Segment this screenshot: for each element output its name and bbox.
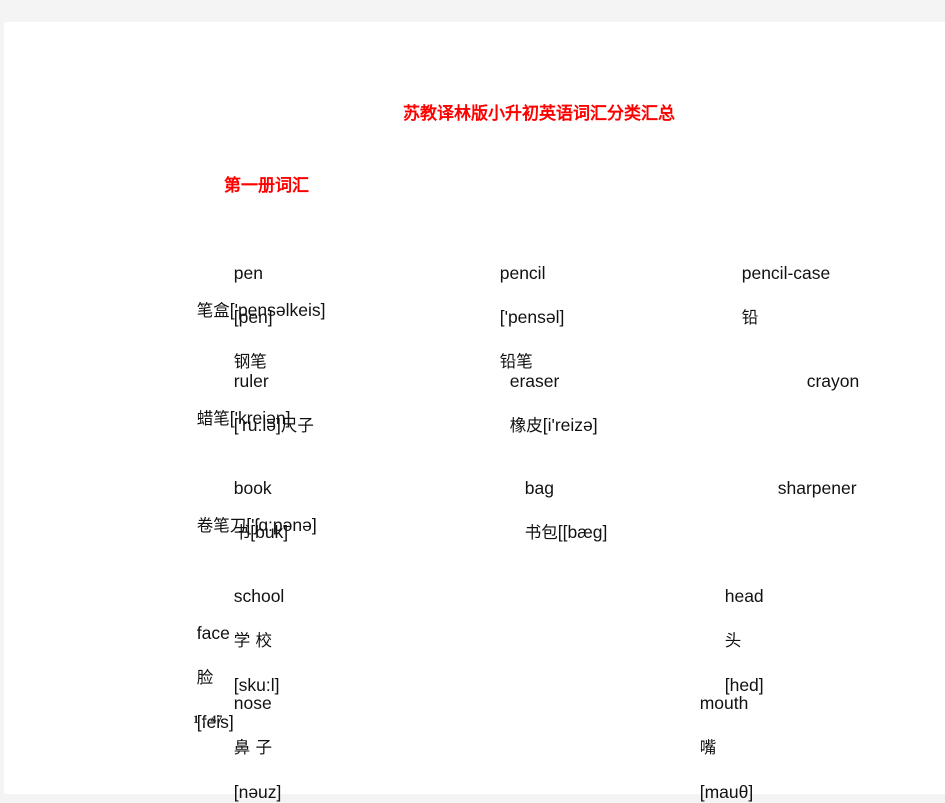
vocab-word: head (724, 586, 764, 606)
vocab-entry-bag: bag 书包[[bæg] (515, 455, 608, 544)
vocab-meaning: 头 (724, 631, 742, 650)
vocab-word: school (233, 586, 285, 606)
vocab-phonetic: ['pensəlkeis] (229, 300, 326, 320)
vocab-meaning-part: 笔盒 (196, 301, 230, 320)
vocab-phonetic: ['kreiən] (229, 408, 291, 428)
vocab-word: pencil (499, 263, 546, 283)
vocab-word: eraser (509, 371, 560, 391)
vocab-phonetic: [mauθ] (699, 782, 754, 802)
page-indicator: 1 /47 (193, 712, 222, 727)
vocab-word: mouth (699, 693, 749, 713)
vocab-word: sharpener (777, 478, 857, 498)
document-title: 苏教译林版小升初英语词汇分类汇总 (403, 104, 675, 124)
vocab-word: face (196, 623, 230, 643)
vocab-entry-sharpener-continued: 卷笔刀['ʃɑ:pənə] (187, 492, 317, 537)
page-separator: / (203, 712, 207, 726)
total-pages: 47 (210, 712, 223, 726)
vocab-phonetic: [i'reizə] (542, 415, 598, 435)
vocab-entry-sharpener: sharpener (768, 455, 857, 499)
vocab-meaning-part: 铅 (741, 308, 759, 327)
vocab-entry-eraser: eraser 橡皮[i'reizə] (500, 348, 598, 437)
section-heading: 第一册词汇 (224, 176, 309, 196)
document-page (4, 22, 945, 794)
vocab-phonetic: ['pensəl] (499, 307, 565, 327)
vocab-word: bag (524, 478, 554, 498)
vocab-meaning: 卷笔刀 (196, 516, 247, 535)
vocab-meaning: 嘴 (699, 738, 717, 757)
vocab-entry-nose: nose 鼻 子 [nəuz] (224, 670, 282, 803)
vocab-entry-mouth: mouth 嘴 [mauθ] (690, 670, 754, 803)
vocab-word: crayon (806, 371, 860, 391)
vocab-word: pencil-case (741, 263, 831, 283)
current-page: 1 (193, 712, 199, 726)
vocab-phonetic: ['ʃɑ:pənə] (246, 515, 317, 535)
vocab-meaning: 书包 (524, 523, 558, 542)
vocab-entry-crayon: crayon (797, 348, 860, 392)
vocab-phonetic: [[bæg] (557, 522, 608, 542)
vocab-phonetic: [nəuz] (233, 782, 282, 802)
vocab-meaning: 橡皮 (509, 416, 543, 435)
vocab-entry-crayon-continued: 蜡笔['kreiən] (187, 385, 291, 430)
vocab-meaning: 蜡笔 (196, 409, 230, 428)
vocab-entry-pencil-case: pencil-case 铅 (732, 240, 831, 329)
vocab-meaning: 鼻 子 (233, 738, 272, 757)
vocab-meaning: 学 校 (233, 631, 272, 650)
vocab-meaning: 脸 (196, 668, 214, 687)
vocab-entry-pencil-case-continued: 笔盒['pensəlkeis] (187, 277, 326, 322)
vocab-word: nose (233, 693, 272, 713)
